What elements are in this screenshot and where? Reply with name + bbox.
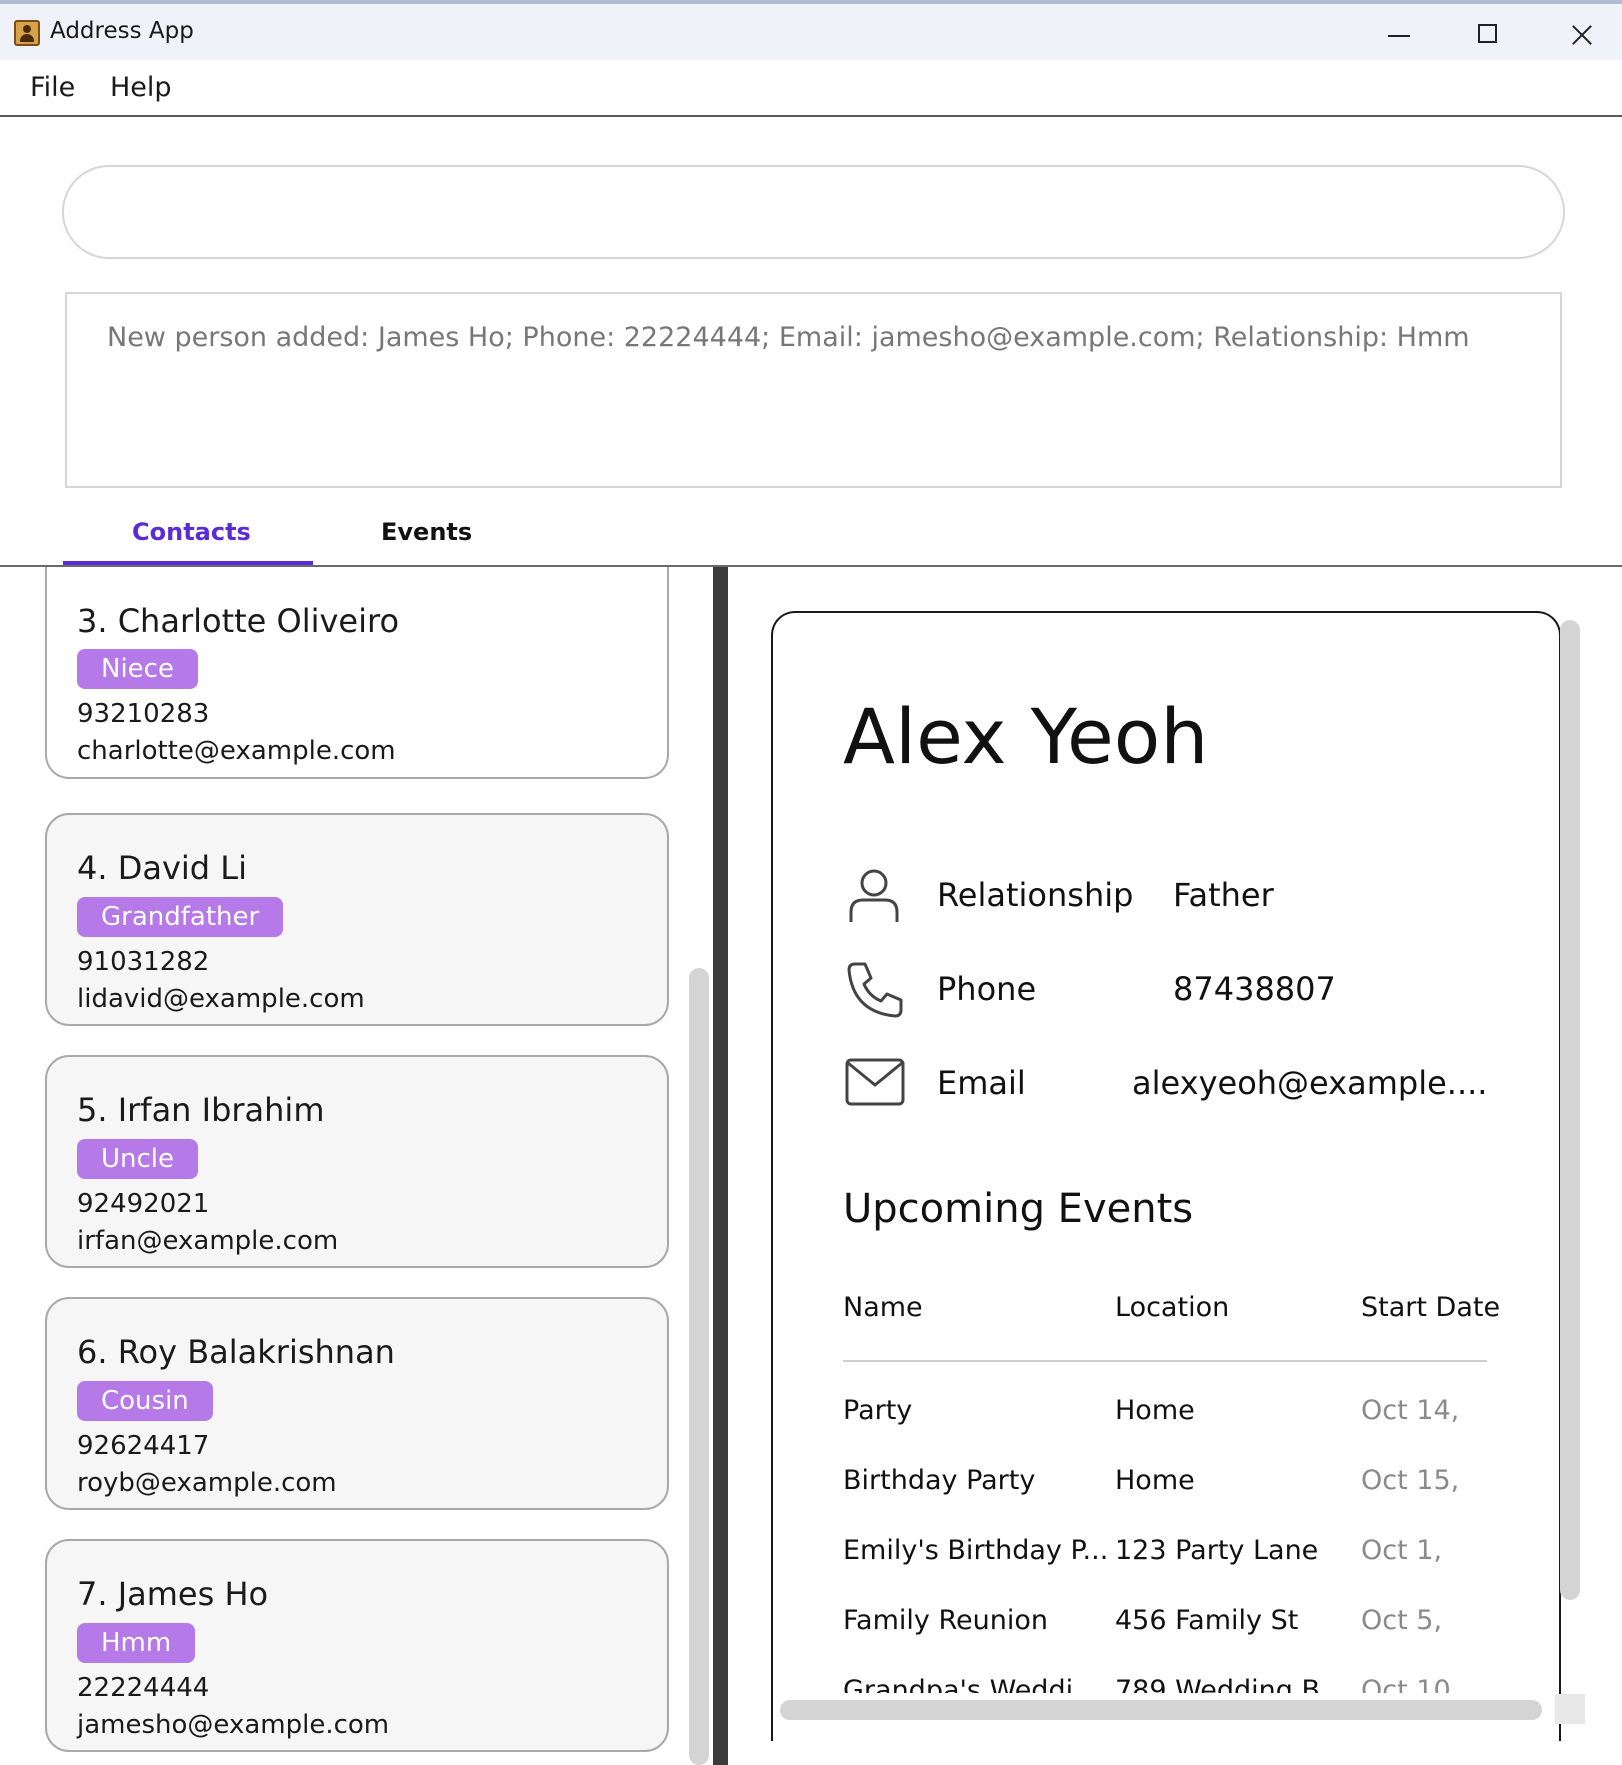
close-icon[interactable] bbox=[1550, 10, 1610, 60]
event-location: 123 Party Lane bbox=[1115, 1535, 1319, 1566]
contact-phone: 91031282 bbox=[77, 947, 210, 977]
result-text: New person added: James Ho; Phone: 22224… bbox=[107, 322, 1470, 353]
event-name: Grandpa's Weddi... bbox=[843, 1675, 1099, 1693]
menu-help[interactable]: Help bbox=[110, 72, 172, 103]
relationship-tag: Niece bbox=[77, 649, 198, 689]
tab-contacts[interactable]: Contacts bbox=[132, 518, 251, 546]
contact-email: lidavid@example.com bbox=[77, 984, 365, 1014]
contact-email: jamesho@example.com bbox=[77, 1710, 390, 1740]
relationship-tag: Grandfather bbox=[77, 897, 284, 937]
result-display: New person added: James Ho; Phone: 22224… bbox=[65, 292, 1562, 488]
contact-card[interactable]: 7. James Ho Hmm 22224444 jamesho@example… bbox=[45, 1539, 669, 1752]
detail-horizontal-scrollbar[interactable] bbox=[780, 1700, 1542, 1720]
title-bar: Address App bbox=[0, 0, 1622, 60]
event-start: Oct 15, bbox=[1361, 1465, 1460, 1496]
event-name: Party bbox=[843, 1395, 913, 1426]
contact-name: 5. Irfan Ibrahim bbox=[77, 1091, 325, 1129]
event-start: Oct 1, bbox=[1361, 1535, 1443, 1566]
contact-list[interactable]: 3. Charlotte Oliveiro Niece 93210283 cha… bbox=[0, 567, 713, 1765]
relationship-tag: Hmm bbox=[77, 1623, 196, 1663]
contact-phone: 92492021 bbox=[77, 1189, 210, 1219]
scroll-corner bbox=[1555, 1694, 1585, 1724]
contact-email: irfan@example.com bbox=[77, 1226, 339, 1256]
contact-email: charlotte@example.com bbox=[77, 736, 396, 766]
contact-phone: 22224444 bbox=[77, 1673, 210, 1703]
contact-name: 6. Roy Balakrishnan bbox=[77, 1333, 395, 1371]
contact-card[interactable]: 4. David Li Grandfather 91031282 lidavid… bbox=[45, 813, 669, 1026]
menu-bar: File Help bbox=[0, 60, 1622, 117]
contact-email: royb@example.com bbox=[77, 1468, 337, 1498]
event-name: Birthday Party bbox=[843, 1465, 1036, 1496]
event-start: Oct 14, bbox=[1361, 1395, 1460, 1426]
menu-file[interactable]: File bbox=[30, 72, 75, 103]
app-icon bbox=[14, 20, 40, 46]
relationship-tag: Uncle bbox=[77, 1139, 199, 1179]
contact-name: 3. Charlotte Oliveiro bbox=[77, 602, 400, 640]
contact-card[interactable]: 3. Charlotte Oliveiro Niece 93210283 cha… bbox=[45, 567, 669, 779]
events-table: Party Home Oct 14, Birthday Party Home O… bbox=[770, 567, 1560, 1693]
event-name: Family Reunion bbox=[843, 1605, 1048, 1636]
contact-card[interactable]: 6. Roy Balakrishnan Cousin 92624417 royb… bbox=[45, 1297, 669, 1510]
pane-divider[interactable] bbox=[713, 567, 728, 1765]
command-input[interactable] bbox=[62, 165, 1565, 259]
event-location: 456 Family St bbox=[1115, 1605, 1299, 1636]
event-start: Oct 5, bbox=[1361, 1605, 1443, 1636]
contact-name: 7. James Ho bbox=[77, 1575, 269, 1613]
minimize-icon[interactable] bbox=[1368, 10, 1428, 60]
contact-list-scrollbar[interactable] bbox=[689, 968, 709, 1765]
maximize-icon[interactable] bbox=[1458, 10, 1518, 60]
contact-card[interactable]: 5. Irfan Ibrahim Uncle 92492021 irfan@ex… bbox=[45, 1055, 669, 1268]
window-title: Address App bbox=[50, 18, 194, 44]
tab-events[interactable]: Events bbox=[381, 518, 472, 546]
event-start: Oct 10, bbox=[1361, 1675, 1460, 1693]
contact-phone: 92624417 bbox=[77, 1431, 210, 1461]
event-location: Home bbox=[1115, 1395, 1195, 1426]
event-location: Home bbox=[1115, 1465, 1195, 1496]
contact-phone: 93210283 bbox=[77, 699, 210, 729]
event-location: 789 Wedding B... bbox=[1115, 1675, 1346, 1693]
contact-name: 4. David Li bbox=[77, 849, 247, 887]
event-name: Emily's Birthday P... bbox=[843, 1535, 1109, 1566]
relationship-tag: Cousin bbox=[77, 1381, 213, 1421]
detail-vertical-scrollbar[interactable] bbox=[1560, 620, 1580, 1600]
